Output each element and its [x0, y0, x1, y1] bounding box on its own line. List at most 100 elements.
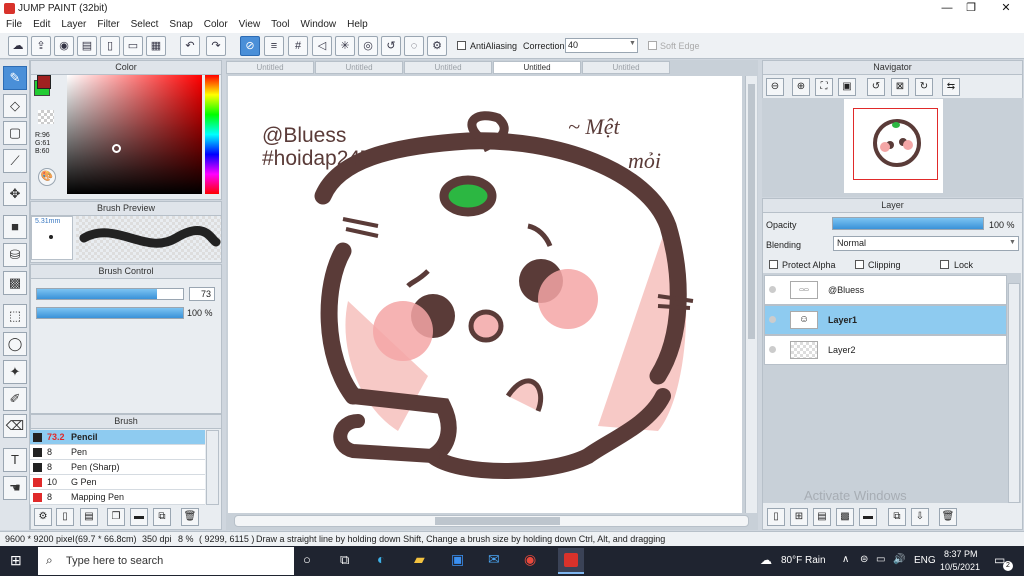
palette-icon[interactable]: 🎨 — [38, 168, 56, 186]
color-saturation-picker[interactable] — [67, 75, 202, 194]
layer-row-layer2[interactable]: Layer2 — [764, 335, 1007, 365]
canvas-horizontal-scrollbar[interactable] — [234, 515, 749, 527]
menu-color[interactable]: Color — [198, 17, 233, 33]
select-rect-tool-icon[interactable]: ⬚ — [3, 304, 27, 328]
clock-time[interactable]: 8:37 PM — [944, 549, 978, 559]
brush-size-slider[interactable] — [36, 288, 184, 300]
layer-merge-icon[interactable]: ⇩ — [911, 508, 929, 526]
flip-icon[interactable]: ⇆ — [942, 78, 960, 96]
magic-wand-tool-icon[interactable]: ✦ — [3, 360, 27, 384]
edge-icon[interactable]: ◐ — [377, 551, 385, 567]
undo-icon[interactable]: ↶ — [180, 36, 200, 56]
antialiasing-checkbox[interactable] — [457, 41, 466, 50]
page-icon[interactable]: ▯ — [100, 36, 120, 56]
export-icon[interactable]: ⇪ — [31, 36, 51, 56]
correction-select[interactable]: 40 — [565, 38, 638, 53]
menu-select[interactable]: Select — [125, 17, 164, 33]
gradient-tool-icon[interactable]: ▩ — [3, 271, 27, 295]
horizontal-scroll-thumb[interactable] — [435, 517, 560, 525]
snap-curve-icon[interactable]: ↺ — [381, 36, 401, 56]
text-tool-icon[interactable]: T — [3, 448, 27, 472]
bucket-tool-icon[interactable]: ⛁ — [3, 243, 27, 267]
brush-item-pencil[interactable]: 73.2 Pencil — [30, 430, 205, 445]
brush-item-pen-sharp[interactable]: 8 Pen (Sharp) — [30, 460, 205, 475]
new-layer-menu-icon[interactable]: ⊞ — [790, 508, 808, 526]
transparent-swatch[interactable] — [38, 110, 54, 124]
menu-help[interactable]: Help — [341, 17, 373, 33]
layer-opacity-slider[interactable] — [832, 217, 984, 230]
clock-date[interactable]: 10/5/2021 — [940, 562, 980, 572]
hue-slider[interactable] — [205, 75, 219, 194]
brush-item-mapping-pen[interactable]: 8 Mapping Pen — [30, 490, 205, 505]
doc-tab-active[interactable]: Untitled — [493, 61, 581, 74]
menu-view[interactable]: View — [233, 17, 266, 33]
lock-checkbox[interactable] — [940, 260, 949, 269]
volume-icon[interactable]: 🔊 — [893, 554, 905, 565]
snap-circle-icon[interactable]: ◎ — [358, 36, 378, 56]
brush-copy-icon[interactable]: ❐ — [107, 508, 125, 526]
softedge-checkbox[interactable] — [648, 41, 657, 50]
brush-item-pen[interactable]: 8 Pen — [30, 445, 205, 460]
dotted-rect-tool-icon[interactable]: ▢ — [3, 121, 27, 145]
doc-tab-3[interactable]: Untitled — [404, 61, 492, 74]
trash-icon[interactable]: 🗑 — [181, 508, 199, 526]
actual-size-icon[interactable]: ▣ — [838, 78, 856, 96]
brush-duplicate-icon[interactable]: ⧉ — [153, 508, 171, 526]
menu-file[interactable]: File — [0, 17, 27, 33]
layer-row-layer1[interactable]: ☺ Layer1 — [764, 305, 1007, 335]
smudge-tool-icon[interactable]: ⟋ — [3, 149, 27, 173]
windows-start-icon[interactable]: ⊞ — [10, 552, 22, 569]
rotate-reset-icon[interactable]: ⊠ — [891, 78, 909, 96]
weather-text[interactable]: 80°F Rain — [781, 555, 826, 566]
close-button[interactable]: ✕ — [983, 0, 1024, 17]
rotate-left-icon[interactable]: ↺ — [867, 78, 885, 96]
snap-parallel-icon[interactable]: ≡ — [264, 36, 284, 56]
zoom-out-icon[interactable]: ⊖ — [766, 78, 784, 96]
hand-tool-icon[interactable]: ☚ — [3, 476, 27, 500]
language-indicator[interactable]: ENG — [914, 555, 936, 566]
cortana-icon[interactable]: ○ — [303, 552, 311, 567]
brush-folder-icon[interactable]: ▬ — [130, 508, 148, 526]
file-explorer-icon[interactable]: ▰ — [414, 551, 425, 568]
snap-vanish-icon[interactable]: ◁ — [312, 36, 332, 56]
canvas-vertical-scrollbar[interactable] — [745, 76, 757, 513]
clipping-checkbox[interactable] — [855, 260, 864, 269]
doc-tab-5[interactable]: Untitled — [582, 61, 670, 74]
brush-size-input[interactable]: 73 — [189, 287, 215, 301]
network-icon[interactable]: ⊜ — [860, 554, 868, 565]
brush-opacity-slider[interactable] — [36, 307, 184, 319]
menu-window[interactable]: Window — [295, 17, 342, 33]
grid-icon[interactable]: ▦ — [146, 36, 166, 56]
zoom-in-icon[interactable]: ⊕ — [792, 78, 810, 96]
cloud-icon[interactable]: ☁ — [8, 36, 28, 56]
battery-icon[interactable]: ▭ — [876, 554, 885, 565]
layer-pattern-icon[interactable]: ▩ — [836, 508, 854, 526]
menu-snap[interactable]: Snap — [163, 17, 197, 33]
snap-grid-icon[interactable]: # — [288, 36, 308, 56]
menu-edit[interactable]: Edit — [27, 17, 55, 33]
select-pen-tool-icon[interactable]: ✐ — [3, 387, 27, 411]
rotate-right-icon[interactable]: ↻ — [915, 78, 933, 96]
speech-bubble-icon[interactable]: ◉ — [54, 36, 74, 56]
balloon-icon[interactable]: ▤ — [77, 36, 97, 56]
vertical-scroll-thumb[interactable] — [748, 84, 755, 339]
snap-shape-icon[interactable]: ◌ — [404, 36, 424, 56]
snap-radial-icon[interactable]: ✳ — [335, 36, 355, 56]
doc-tab-1[interactable]: Untitled — [226, 61, 314, 74]
new-layer-icon[interactable]: ▯ — [767, 508, 785, 526]
redo-icon[interactable]: ↷ — [206, 36, 226, 56]
fg-color-swatch[interactable] — [37, 75, 51, 89]
fill-rect-tool-icon[interactable]: ■ — [3, 215, 27, 239]
snap-settings-icon[interactable]: ⚙ — [427, 36, 447, 56]
jump-paint-taskbar-icon[interactable] — [558, 548, 584, 574]
brush-menu-icon[interactable]: ▤ — [80, 508, 98, 526]
pages-icon[interactable]: ▭ — [123, 36, 143, 56]
brush-item-g-pen[interactable]: 10 G Pen — [30, 475, 205, 490]
doc-tab-2[interactable]: Untitled — [315, 61, 403, 74]
new-halftone-layer-icon[interactable]: ▤ — [813, 508, 831, 526]
select-eraser-tool-icon[interactable]: ⌫ — [3, 414, 27, 438]
eraser-tool-icon[interactable]: ◇ — [3, 94, 27, 118]
chevron-up-icon[interactable]: ∧ — [842, 554, 849, 565]
protect-alpha-checkbox[interactable] — [769, 260, 778, 269]
brush-settings-icon[interactable]: ⚙ — [34, 508, 52, 526]
